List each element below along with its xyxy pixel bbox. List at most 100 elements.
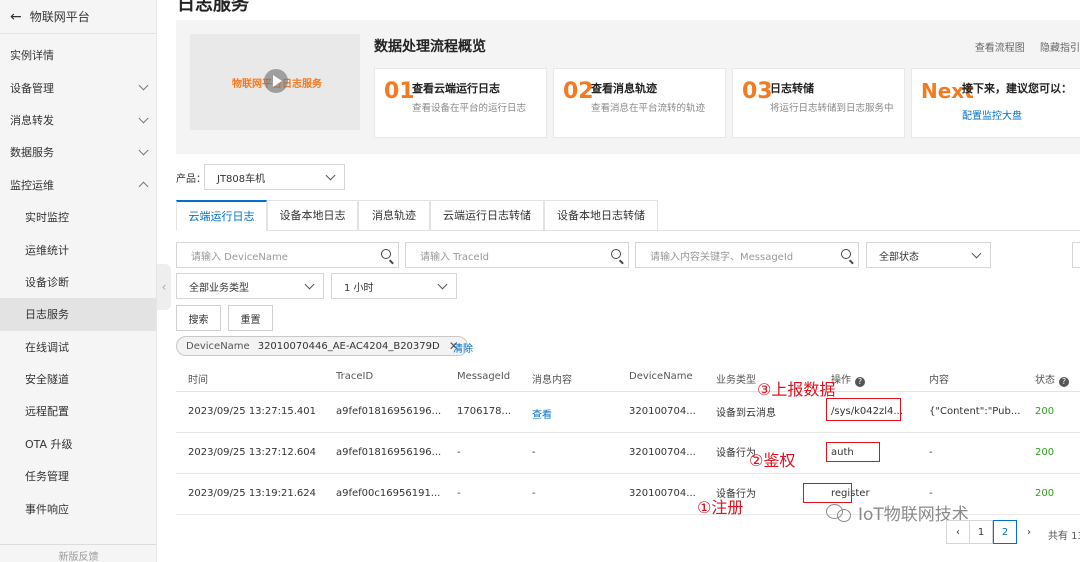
content-search-input[interactable]: 请输入内容关键字、MessageId [635,242,859,268]
sidebar-item-diagnosis[interactable]: 设备诊断 [0,266,156,298]
tab-local-log-dump[interactable]: 设备本地日志转储 [544,200,658,231]
sidebar-item-devices[interactable]: 设备管理 [0,71,156,103]
sidebar-item-label: 任务管理 [25,470,69,484]
sidebar-item-label: 在线调试 [25,340,69,354]
time-range-value: 1 小时 [344,282,374,294]
chevron-down-icon [325,170,336,181]
step-number: 02 [563,79,594,104]
sidebar-item-instance[interactable]: 实例详情 [0,39,156,71]
tab-message-trace[interactable]: 消息轨迹 [358,200,430,231]
annotation-box-auth [826,442,880,462]
devicename-filter-tag: DeviceName 32010070446_AE-AC4204_B20379D… [176,336,468,356]
sidebar-item-realtime-monitor[interactable]: 实时监控 [0,201,156,233]
traceid-placeholder: 请输入 TraceId [420,251,490,263]
step-desc: 查看设备在平台的运行日志 [412,103,527,114]
intro-video[interactable]: 物联网平台日志服务 [190,34,360,130]
col-devicename: DeviceName [629,371,693,382]
traceid-search-input[interactable]: 请输入 TraceId [405,242,629,268]
product-select[interactable]: JT808车机 [204,164,345,190]
page-1-button[interactable]: 1 [969,520,993,544]
cell-traceid: a9fef00c16956191... [336,488,441,499]
log-tabs: 云端运行日志 设备本地日志 消息轨迹 云端运行日志转储 设备本地日志转储 [176,200,1080,231]
search-button[interactable]: 搜索 [176,305,221,331]
tab-label: 消息轨迹 [372,209,416,222]
sidebar-item-ops[interactable]: 监控运维 [0,169,156,201]
tab-label: 设备本地日志转储 [557,209,645,222]
sidebar-item-ops-stats[interactable]: 运维统计 [0,233,156,265]
guide-panel: 物联网平台日志服务 数据处理流程概览 查看流程图 隐藏指引 01 查看云端运行日… [176,20,1080,154]
col-time: 时间 [188,375,208,386]
feedback-link[interactable]: 新版反馈 [0,544,157,562]
reset-button[interactable]: 重置 [228,305,273,331]
chevron-left-icon: ‹ [956,526,960,538]
search-icon[interactable] [611,249,621,259]
sidebar-item-secure-tunnel[interactable]: 安全隧道 [0,363,156,395]
search-icon[interactable] [841,249,851,259]
extra-filter[interactable] [1072,242,1080,268]
sidebar-item-label: 设备管理 [10,81,54,95]
step-desc: 查看消息在平台流转的轨迹 [591,103,706,114]
page-2-button[interactable]: 2 [993,520,1017,544]
chevron-down-icon [304,279,315,290]
sidebar-item-tasks[interactable]: 任务管理 [0,460,156,492]
devicename-search-input[interactable]: 请输入 DeviceName [176,242,399,268]
tab-cloud-log[interactable]: 云端运行日志 [176,200,267,231]
cell-devicename: 320100704... [629,406,696,417]
annotation-register: ①注册 [697,498,744,517]
status-select[interactable]: 全部状态 [866,242,991,268]
col-status-label: 状态 [1035,375,1055,386]
back-to-platform[interactable]: ← 物联网平台 [0,0,156,34]
chevron-right-icon: › [1027,526,1031,538]
table-row: 2023/09/25 13:27:12.604 a9fef01816956196… [176,433,1080,474]
next-title: 接下来，建议您可以： [962,82,1072,95]
cell-messageid: 1706178... [457,406,512,417]
sidebar-item-label: 数据服务 [10,146,54,160]
col-biz-type: 业务类型 [716,375,756,386]
guide-step-2[interactable]: 02 查看消息轨迹 查看消息在平台流转的轨迹 [553,68,726,138]
tab-device-local-log[interactable]: 设备本地日志 [267,200,358,231]
sidebar-collapse-button[interactable]: ‹ [157,264,171,310]
view-message-link[interactable]: 查看 [532,406,552,421]
cell-status: 200 [1035,488,1055,499]
sidebar-item-label: 监控运维 [10,178,54,192]
view-flowchart-link[interactable]: 查看流程图 [975,43,1025,54]
cell-devicename: 320100704... [629,488,696,499]
prev-page-button[interactable]: ‹ [946,520,970,544]
total-count: 共有 13 [1048,531,1080,542]
sidebar-item-remote-config[interactable]: 远程配置 [0,395,156,427]
sidebar-item-forwarding[interactable]: 消息转发 [0,104,156,136]
help-icon[interactable]: ? [1059,377,1069,387]
sidebar-item-data-service[interactable]: 数据服务 [0,136,156,168]
guide-title: 数据处理流程概览 [374,39,486,55]
chevron-down-icon [138,145,149,156]
cell-content: - [929,488,933,499]
cell-messageid: - [457,488,461,499]
cell-message-content: - [532,488,536,499]
sidebar-item-online-debug[interactable]: 在线调试 [0,331,156,363]
product-label: 产品： [176,174,206,185]
guide-step-1[interactable]: 01 查看云端运行日志 查看设备在平台的运行日志 [374,68,547,138]
search-icon[interactable] [381,249,391,259]
sidebar-item-ota[interactable]: OTA 升级 [0,428,156,460]
time-range-select[interactable]: 1 小时 [331,273,457,299]
help-icon[interactable]: ? [855,377,865,387]
sidebar-item-events[interactable]: 事件响应 [0,492,156,524]
col-message-content: 消息内容 [532,375,572,386]
col-messageid: MessageId [457,371,511,382]
sidebar-item-log-service[interactable]: 日志服务 [0,298,156,331]
step-title: 查看消息轨迹 [591,82,657,95]
guide-step-3[interactable]: 03 日志转储 将运行日志转储到日志服务中 [732,68,905,138]
clear-filters-link[interactable]: 清除 [453,340,473,355]
next-page-button[interactable]: › [1017,520,1041,544]
cell-traceid: a9fef01816956196... [336,406,442,417]
cell-messageid: - [457,447,461,458]
cell-status: 200 [1035,447,1055,458]
product-value: JT808车机 [217,173,266,185]
chevron-down-icon [437,279,448,290]
tab-cloud-log-dump[interactable]: 云端运行日志转储 [430,200,544,231]
hide-guide-link[interactable]: 隐藏指引 [1040,43,1080,54]
biz-type-select[interactable]: 全部业务类型 [176,273,324,299]
config-dashboard-link[interactable]: 配置监控大盘 [962,107,1022,122]
play-icon[interactable] [264,69,288,93]
sidebar-item-label: OTA 升级 [25,437,73,451]
